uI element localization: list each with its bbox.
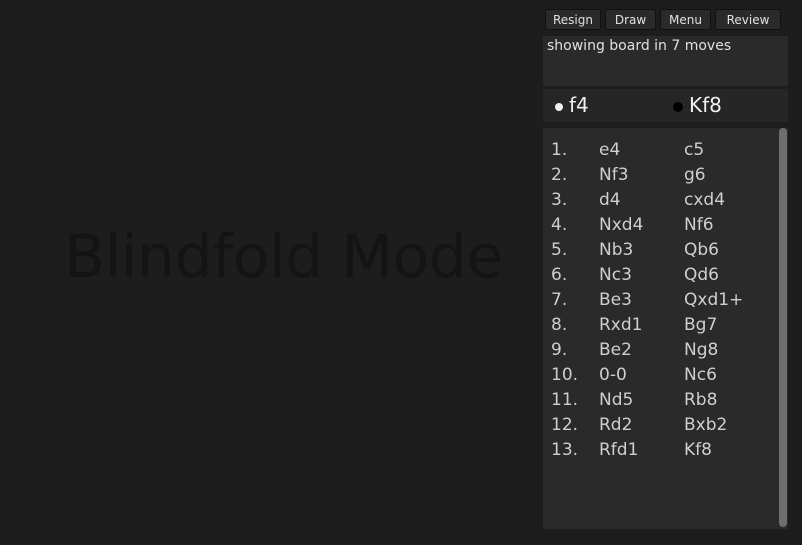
black-move: Qd6 — [684, 265, 719, 285]
black-move: Bg7 — [684, 315, 718, 335]
game-toolbar: Resign Draw Menu Review — [545, 9, 799, 30]
black-move: Nf6 — [684, 215, 714, 235]
white-move: Nxd4 — [599, 215, 644, 235]
side-panel: Resign Draw Menu Review showing board in… — [541, 0, 802, 545]
move-row[interactable]: 7. Be3 Qxd1+ — [543, 290, 773, 315]
white-move: d4 — [599, 190, 621, 210]
white-last-move: f4 — [555, 89, 589, 122]
move-number: 2. — [551, 165, 568, 185]
move-number: 1. — [551, 140, 568, 160]
move-row[interactable]: 11. Nd5 Rb8 — [543, 390, 773, 415]
move-number: 4. — [551, 215, 568, 235]
white-move: Nd5 — [599, 390, 634, 410]
move-number: 10. — [551, 365, 579, 385]
white-move: Rfd1 — [599, 440, 639, 460]
move-row[interactable]: 6. Nc3 Qd6 — [543, 265, 773, 290]
move-row[interactable]: 13. Rfd1 Kf8 — [543, 440, 773, 465]
black-last-move: Kf8 — [673, 89, 722, 122]
move-number: 11. — [551, 390, 579, 410]
move-number: 12. — [551, 415, 579, 435]
move-row[interactable]: 12. Rd2 Bxb2 — [543, 415, 773, 440]
move-row[interactable]: 4. Nxd4 Nf6 — [543, 215, 773, 240]
black-move: Bxb2 — [684, 415, 728, 435]
black-move: Nc6 — [684, 365, 717, 385]
move-number: 7. — [551, 290, 568, 310]
last-move-bar: f4 Kf8 — [543, 89, 788, 122]
move-list[interactable]: 1. e4 c5 2. Nf3 g6 3. d4 cxd4 4. Nxd4 Nf6 5. Nb3 Qb6 6.… — [543, 128, 788, 529]
white-last-move-text: f4 — [569, 93, 589, 117]
black-piece-icon — [673, 101, 683, 112]
move-row[interactable]: 8. Rxd1 Bg7 — [543, 315, 773, 340]
black-last-move-text: Kf8 — [689, 93, 722, 117]
black-move: Rb8 — [684, 390, 718, 410]
move-row[interactable]: 3. d4 cxd4 — [543, 190, 773, 215]
move-row[interactable]: 5. Nb3 Qb6 — [543, 240, 773, 265]
black-move: Qb6 — [684, 240, 719, 260]
white-move: Rxd1 — [599, 315, 643, 335]
scrollbar-thumb[interactable] — [779, 128, 787, 527]
black-move: cxd4 — [684, 190, 726, 210]
white-move: Be2 — [599, 340, 632, 360]
move-number: 9. — [551, 340, 568, 360]
white-move: Rd2 — [599, 415, 633, 435]
black-move: Qxd1+ — [684, 290, 744, 310]
black-move: c5 — [684, 140, 705, 160]
white-move: 0-0 — [599, 365, 627, 385]
move-row[interactable]: 2. Nf3 g6 — [543, 165, 773, 190]
move-number: 13. — [551, 440, 579, 460]
white-move: Be3 — [599, 290, 632, 310]
board-area[interactable]: Blindfold Mode — [0, 0, 540, 545]
move-row[interactable]: 9. Be2 Ng8 — [543, 340, 773, 365]
white-move: Nf3 — [599, 165, 629, 185]
move-number: 8. — [551, 315, 568, 335]
move-list-scrollbar[interactable] — [779, 128, 787, 529]
black-move: Ng8 — [684, 340, 719, 360]
move-row[interactable]: 1. e4 c5 — [543, 140, 773, 165]
draw-button[interactable]: Draw — [605, 9, 656, 30]
move-number: 5. — [551, 240, 568, 260]
move-number: 6. — [551, 265, 568, 285]
black-move: Kf8 — [684, 440, 712, 460]
white-move: e4 — [599, 140, 621, 160]
resign-button[interactable]: Resign — [545, 9, 601, 30]
black-move: g6 — [684, 165, 706, 185]
menu-button[interactable]: Menu — [660, 9, 711, 30]
move-number: 3. — [551, 190, 568, 210]
move-row[interactable]: 10. 0-0 Nc6 — [543, 365, 773, 390]
blindfold-mode-label: Blindfold Mode — [64, 222, 503, 292]
white-move: Nc3 — [599, 265, 632, 285]
review-button[interactable]: Review — [715, 9, 781, 30]
white-move: Nb3 — [599, 240, 634, 260]
white-piece-icon — [555, 102, 563, 111]
status-message: showing board in 7 moves — [543, 36, 788, 86]
